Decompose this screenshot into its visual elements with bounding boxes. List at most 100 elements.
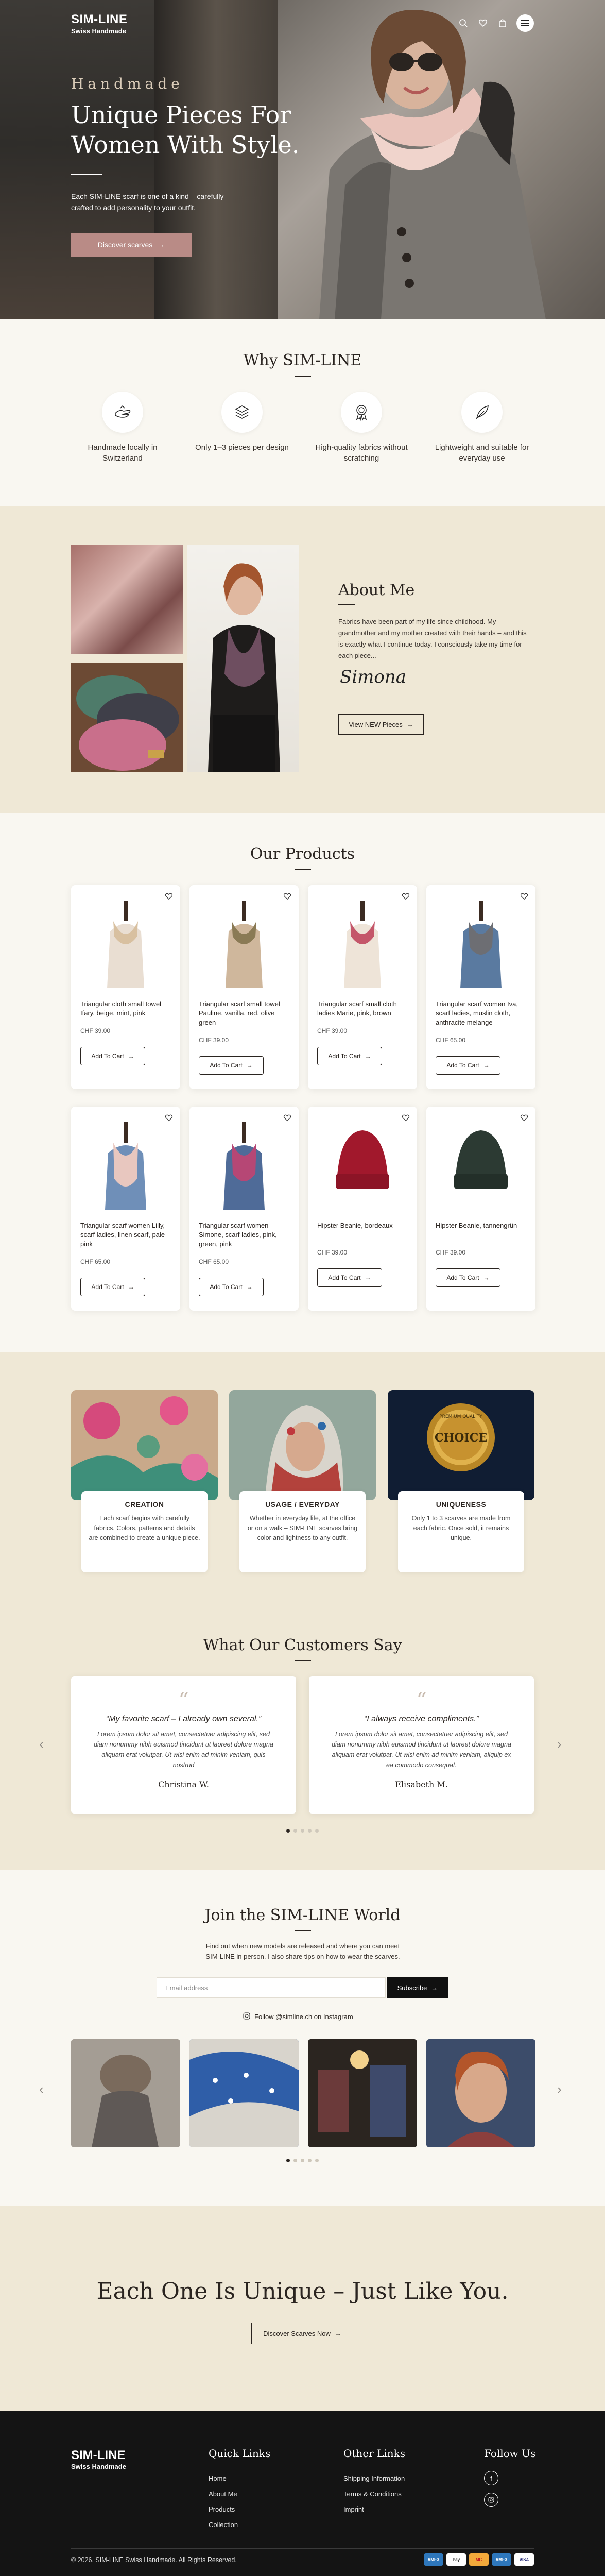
gallery-image[interactable] bbox=[71, 2039, 180, 2147]
gallery-image[interactable] bbox=[308, 2039, 417, 2147]
cta-section: Each One Is Unique – Just Like You. Disc… bbox=[0, 2206, 605, 2411]
heart-icon[interactable] bbox=[520, 1114, 528, 1125]
add-to-cart-button[interactable]: Add To Cart → bbox=[436, 1268, 500, 1287]
product-price: CHF 65.00 bbox=[80, 1258, 111, 1265]
product-image[interactable] bbox=[313, 890, 412, 988]
product-image[interactable] bbox=[313, 1112, 412, 1210]
carousel-dot[interactable] bbox=[308, 1829, 312, 1833]
badge-top-text: PREMIUM QUALITY bbox=[439, 1414, 482, 1419]
carousel-dot[interactable] bbox=[293, 2159, 297, 2162]
brand-name: SIM-LINE bbox=[71, 12, 128, 26]
product-name[interactable]: Triangular scarf women Simone, scarf lad… bbox=[199, 1221, 291, 1249]
carousel-dot[interactable] bbox=[286, 2159, 290, 2162]
footer-other-links: Other Links Shipping Information Terms &… bbox=[343, 2447, 405, 2517]
heart-icon[interactable] bbox=[402, 892, 410, 903]
product-image[interactable] bbox=[195, 1112, 293, 1210]
carousel-dot[interactable] bbox=[315, 1829, 319, 1833]
add-to-cart-button[interactable]: Add To Cart → bbox=[80, 1278, 145, 1296]
add-to-cart-button[interactable]: Add To Cart → bbox=[199, 1056, 264, 1075]
menu-icon[interactable] bbox=[516, 14, 534, 32]
product-name[interactable]: Triangular cloth small towel Ifary, beig… bbox=[80, 999, 173, 1018]
carousel-dot[interactable] bbox=[308, 2159, 312, 2162]
product-card[interactable]: Triangular scarf women Lilly, scarf ladi… bbox=[71, 1107, 180, 1311]
brand-logo[interactable]: SIM-LINE Swiss Handmade bbox=[71, 12, 127, 35]
add-to-cart-button[interactable]: Add To Cart → bbox=[436, 1056, 500, 1075]
product-name[interactable]: Triangular scarf small cloth ladies Mari… bbox=[317, 999, 410, 1018]
product-image[interactable] bbox=[76, 1112, 175, 1210]
arrow-right-icon: → bbox=[158, 241, 165, 249]
discover-scarves-now-button[interactable]: Discover Scarves Now → bbox=[251, 2323, 353, 2344]
instagram-icon bbox=[243, 2012, 250, 2021]
add-to-cart-button[interactable]: Add To Cart → bbox=[317, 1268, 382, 1287]
heart-icon[interactable] bbox=[283, 1114, 291, 1125]
hero-kicker: Handmade bbox=[71, 75, 184, 92]
join-text: Find out when new models are released an… bbox=[205, 1942, 400, 1960]
testimonials-divider bbox=[295, 1660, 311, 1661]
product-card[interactable]: Triangular scarf small cloth ladies Mari… bbox=[308, 885, 417, 1089]
product-card[interactable]: Hipster Beanie, bordeaux CHF 39.00 Add To … bbox=[308, 1107, 417, 1311]
product-card[interactable]: Triangular scarf women Simone, scarf lad… bbox=[189, 1107, 299, 1311]
product-image[interactable] bbox=[195, 890, 293, 988]
product-card[interactable]: Triangular scarf women Iva, scarf ladies… bbox=[426, 885, 535, 1089]
heart-icon[interactable] bbox=[165, 1114, 173, 1125]
usage-image bbox=[229, 1390, 376, 1500]
heart-icon[interactable] bbox=[402, 1114, 410, 1125]
cta-title: Each One Is Unique – Just Like You. bbox=[96, 2278, 509, 2304]
chevron-right-icon[interactable]: › bbox=[557, 2081, 562, 2097]
discover-scarves-button[interactable]: Discover scarves → bbox=[71, 233, 192, 257]
product-name[interactable]: Hipster Beanie, bordeaux bbox=[317, 1221, 410, 1230]
carousel-dot[interactable] bbox=[315, 2159, 319, 2162]
footer-link-imprint[interactable]: Imprint bbox=[343, 2502, 405, 2517]
add-to-cart-button[interactable]: Add To Cart → bbox=[317, 1047, 382, 1065]
testimonial-author: Christina W. bbox=[158, 1780, 209, 1789]
chevron-right-icon[interactable]: › bbox=[557, 1736, 562, 1752]
product-card[interactable]: Hipster Beanie, tannengrün CHF 39.00 Add T… bbox=[426, 1107, 535, 1311]
heart-icon[interactable] bbox=[520, 892, 528, 903]
instagram-icon[interactable] bbox=[484, 2493, 498, 2507]
footer-logo[interactable]: SIM-LINE Swiss Handmade bbox=[71, 2448, 126, 2470]
footer-link-collection[interactable]: Collection bbox=[209, 2517, 270, 2533]
subscribe-button[interactable]: Subscribe → bbox=[387, 1977, 448, 1998]
carousel-dot[interactable] bbox=[301, 2159, 304, 2162]
cta-button-label: Discover Scarves Now bbox=[263, 2329, 331, 2337]
gallery-image[interactable] bbox=[189, 2039, 299, 2147]
chevron-left-icon[interactable]: ‹ bbox=[39, 1736, 44, 1752]
search-icon[interactable] bbox=[458, 18, 469, 29]
add-to-cart-button[interactable]: Add To Cart → bbox=[80, 1047, 145, 1065]
product-name[interactable]: Hipster Beanie, tannengrün bbox=[436, 1221, 528, 1230]
carousel-dot[interactable] bbox=[301, 1829, 304, 1833]
gallery-image[interactable] bbox=[426, 2039, 535, 2147]
carousel-dot[interactable] bbox=[286, 1829, 290, 1833]
carousel-dot[interactable] bbox=[293, 1829, 297, 1833]
product-name[interactable]: Triangular scarf small towel Pauline, va… bbox=[199, 999, 291, 1027]
carousel-dots bbox=[286, 2159, 319, 2162]
heart-icon[interactable] bbox=[165, 892, 173, 903]
heart-icon[interactable] bbox=[283, 892, 291, 903]
about-title: About Me bbox=[338, 581, 415, 599]
footer-divider bbox=[71, 2548, 534, 2549]
product-card[interactable]: Triangular scarf small towel Pauline, va… bbox=[189, 885, 299, 1089]
view-new-pieces-button[interactable]: View NEW Pieces → bbox=[338, 714, 424, 735]
footer-link-products[interactable]: Products bbox=[209, 2502, 270, 2517]
email-field[interactable]: Email address bbox=[157, 1977, 386, 1998]
footer-link-shipping[interactable]: Shipping Information bbox=[343, 2471, 405, 2486]
arrow-right-icon: → bbox=[483, 1274, 490, 1281]
add-to-cart-button[interactable]: Add To Cart → bbox=[199, 1278, 264, 1296]
product-image[interactable] bbox=[76, 890, 175, 988]
instagram-link[interactable]: Follow @simline.ch on Instagram bbox=[243, 2012, 353, 2021]
product-name[interactable]: Triangular scarf women Iva, scarf ladies… bbox=[436, 999, 528, 1027]
product-card[interactable]: Triangular cloth small towel Ifary, beig… bbox=[71, 885, 180, 1089]
footer-follow: Follow Us f bbox=[484, 2447, 535, 2507]
product-image[interactable] bbox=[431, 1112, 530, 1210]
product-name[interactable]: Triangular scarf women Lilly, scarf ladi… bbox=[80, 1221, 173, 1249]
chevron-left-icon[interactable]: ‹ bbox=[39, 2081, 44, 2097]
heart-icon[interactable] bbox=[477, 18, 489, 29]
footer-link-home[interactable]: Home bbox=[209, 2471, 270, 2486]
footer-link-about[interactable]: About Me bbox=[209, 2486, 270, 2502]
product-image[interactable] bbox=[431, 890, 530, 988]
info-card-text: Only 1 to 3 scarves are made from each f… bbox=[411, 1515, 511, 1541]
footer-link-terms[interactable]: Terms & Conditions bbox=[343, 2486, 405, 2502]
bag-icon[interactable] bbox=[497, 18, 508, 29]
facebook-icon[interactable]: f bbox=[484, 2471, 498, 2485]
hero-description: Each SIM-LINE scarf is one of a kind – c… bbox=[71, 192, 224, 212]
